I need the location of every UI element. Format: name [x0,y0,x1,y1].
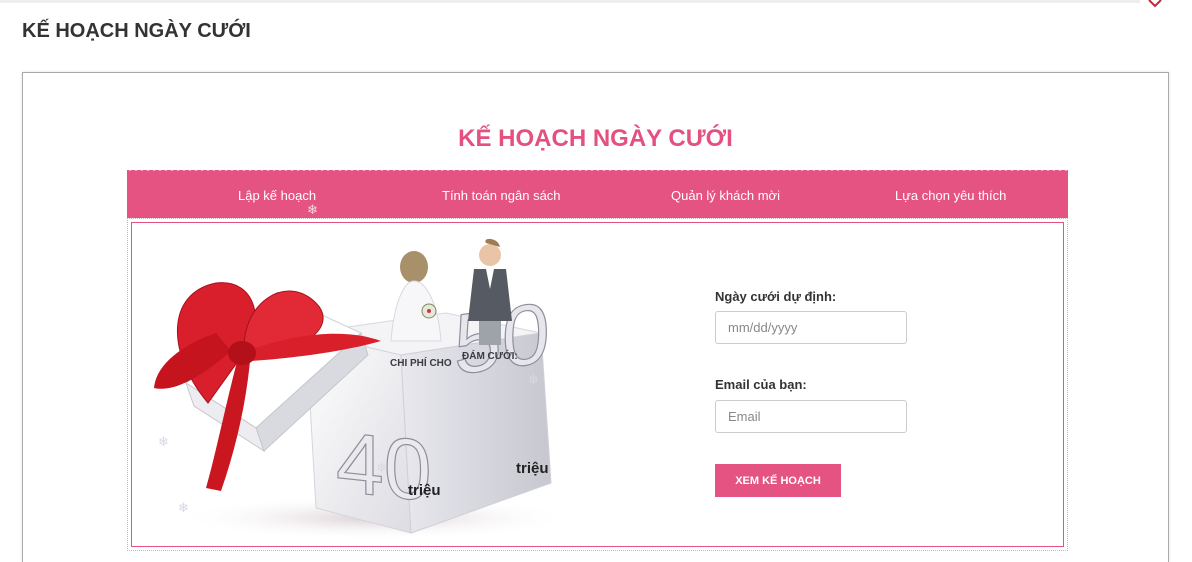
top-divider [0,0,1140,3]
view-plan-button[interactable]: XEM KẾ HOẠCH [715,464,841,497]
content-frame: 40 50 CHI PHÍ CHO ĐÁM CƯỚI: triệu triệu [131,222,1064,547]
nav-scallop-edge [127,168,1068,173]
planner-nav: Lập kế hoạch Tính toán ngân sách Quản lý… [127,168,1068,218]
nav-item-guests[interactable]: Quản lý khách mời [671,188,780,203]
email-label: Email của bạn: [715,377,807,392]
snowflake-icon: ❄ [158,434,169,449]
cost-caption-right: ĐÁM CƯỚI: [462,349,518,362]
planner-content: 40 50 CHI PHÍ CHO ĐÁM CƯỚI: triệu triệu [127,218,1068,551]
page-heading: KẾ HOẠCH NGÀY CƯỚI [22,20,251,42]
snowflake-icon: ❄ [307,202,318,217]
cost-unit-left: triệu [408,482,441,499]
cost-caption-left: CHI PHÍ CHO [390,356,452,369]
wedding-date-input[interactable] [715,311,907,344]
wedding-planner-panel: KẾ HOẠCH NGÀY CƯỚI Lập kế hoạch Tính toá… [22,72,1169,562]
nav-item-plan[interactable]: Lập kế hoạch [238,188,316,203]
snowflake-icon: ❄ [376,460,387,475]
wedding-gift-illustration: 40 50 CHI PHÍ CHO ĐÁM CƯỚI: triệu triệu [154,238,576,539]
corner-decoration-icon [1148,0,1162,8]
snowflake-icon: ❄ [528,372,539,387]
nav-item-budget[interactable]: Tính toán ngân sách [442,188,561,203]
panel-title: KẾ HOẠCH NGÀY CƯỚI [458,125,733,152]
wedding-date-label: Ngày cưới dự định: [715,289,837,304]
cost-unit-right: triệu [516,460,549,477]
snowflake-icon: ❄ [178,500,189,515]
nav-item-favorites[interactable]: Lựa chọn yêu thích [895,188,1006,203]
email-input[interactable] [715,400,907,433]
